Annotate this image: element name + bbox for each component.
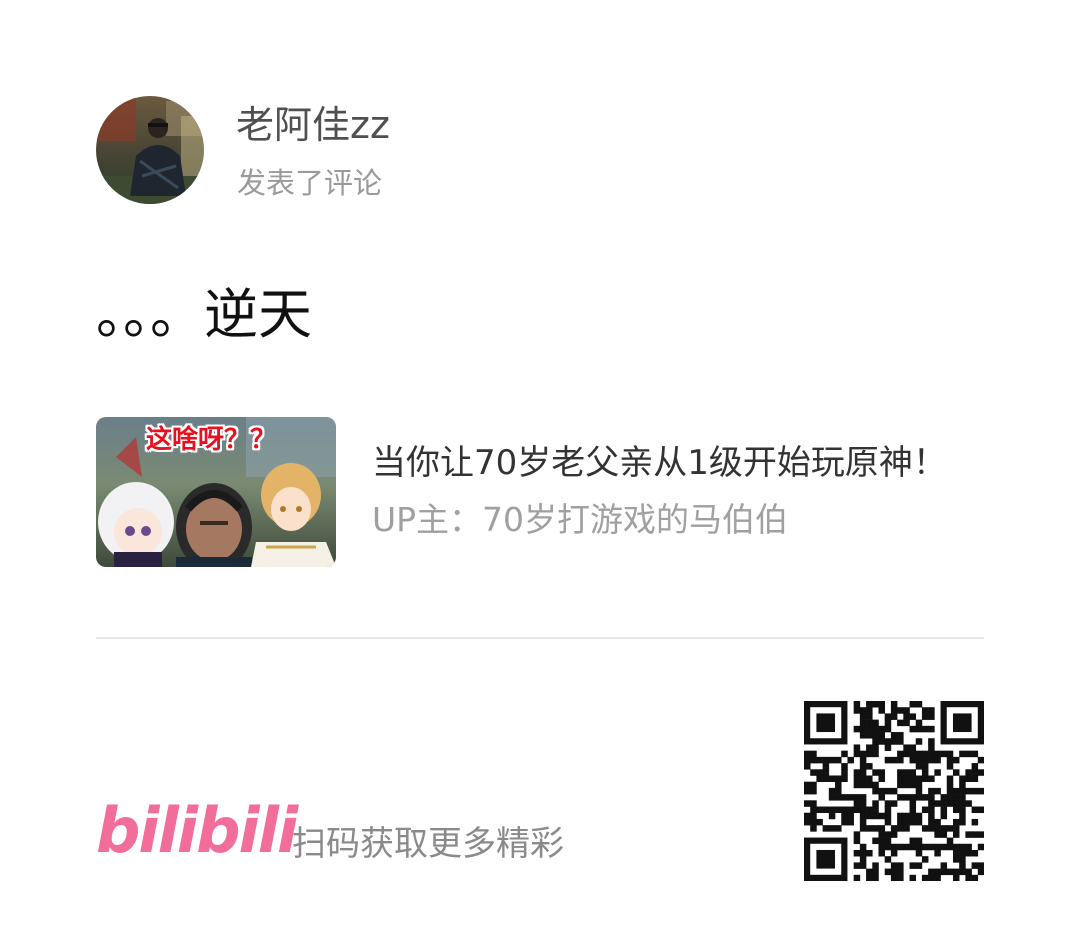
- bilibili-logo: bilibili: [96, 794, 298, 868]
- divider: [96, 637, 984, 639]
- comment-text: 。。。逆天: [96, 283, 312, 346]
- video-title[interactable]: 当你让70岁老父亲从1级开始玩原神！: [372, 441, 947, 485]
- bilibili-logo-text: bilibili: [96, 794, 298, 867]
- scan-prompt-text: 扫码获取更多精彩: [292, 824, 564, 864]
- avatar-image: [96, 96, 204, 204]
- author-action-text: 发表了评论: [237, 166, 383, 200]
- video-thumbnail[interactable]: 这啥呀？？: [96, 417, 336, 567]
- qr-code-image: [804, 701, 985, 882]
- share-card: 老阿佳zz 发表了评论 。。。逆天 这啥呀？？ 当你让70岁老父亲从1级开始玩原…: [0, 0, 1080, 941]
- avatar[interactable]: [96, 96, 204, 204]
- thumbnail-caption: 这啥呀？？: [146, 425, 277, 455]
- author-name[interactable]: 老阿佳zz: [236, 102, 390, 148]
- video-uploader[interactable]: UP主：70岁打游戏的马伯伯: [372, 498, 788, 542]
- qr-code: [804, 701, 985, 882]
